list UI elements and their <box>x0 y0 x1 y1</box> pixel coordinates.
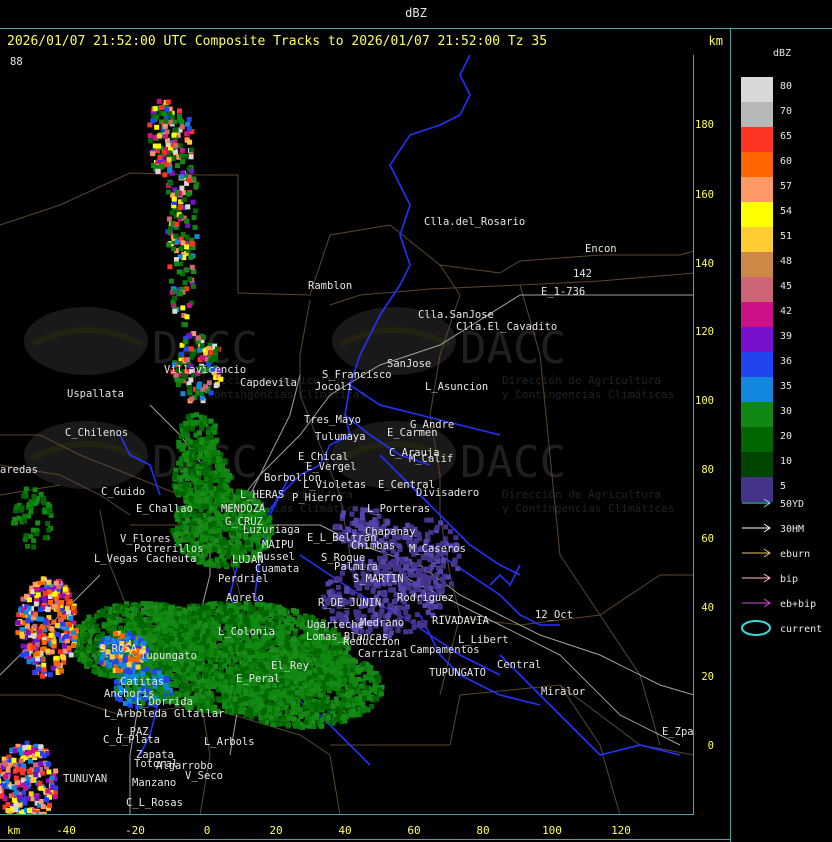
y-axis-unit: km <box>708 34 723 48</box>
window-title-bar: dBZ <box>0 0 832 29</box>
map-header: 2026/01/07 21:52:00 UTC Composite Tracks… <box>0 29 730 55</box>
map-title: 2026/01/07 21:52:00 UTC Composite Tracks… <box>7 34 548 49</box>
window-title: dBZ <box>405 6 427 20</box>
